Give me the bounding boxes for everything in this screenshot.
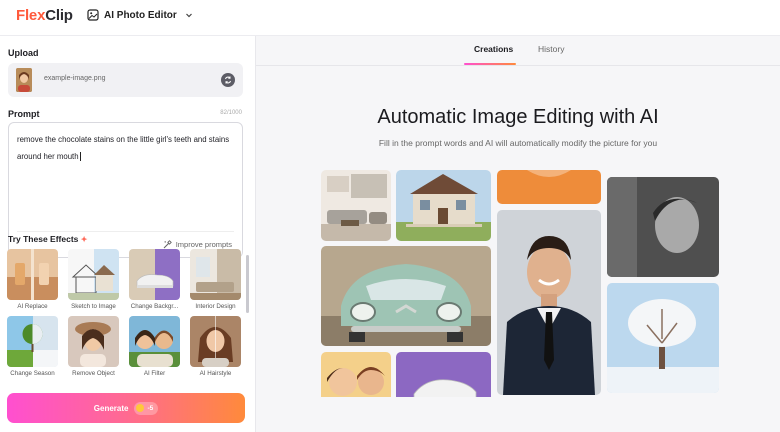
magic-wand-icon <box>163 240 172 249</box>
gallery-vintage-car <box>321 246 491 346</box>
effects-scrollbar-thumb[interactable] <box>246 255 249 313</box>
text-caret <box>79 152 81 162</box>
gallery-bw-portrait <box>607 177 719 277</box>
effect-thumbnail <box>68 316 119 367</box>
coin-icon <box>136 404 145 412</box>
effect-change-background[interactable]: Change Backgr... <box>129 249 180 310</box>
effect-thumbnail <box>190 316 241 367</box>
effect-thumbnail <box>129 249 180 300</box>
effect-label: AI Filter <box>143 370 166 377</box>
gallery-orange-top <box>607 170 719 174</box>
effects-title: Try These Effects ✦ <box>8 234 88 244</box>
tab-creations[interactable]: Creations <box>474 44 513 54</box>
effect-ai-filter[interactable]: AI Filter <box>129 316 180 377</box>
upload-title: Upload <box>8 48 39 58</box>
effect-label: Remove Object <box>72 370 115 377</box>
effect-interior-design[interactable]: Interior Design <box>190 249 241 310</box>
effect-ai-hairstyle[interactable]: AI Hairstyle <box>190 316 241 377</box>
effect-thumbnail <box>68 249 119 300</box>
result-tabs: Creations History <box>256 36 780 66</box>
gallery-portrait-man <box>497 210 601 395</box>
credit-cost: -5 <box>147 404 154 412</box>
uploaded-file[interactable]: example-image.png <box>8 63 243 97</box>
effect-label: AI Replace <box>17 303 48 310</box>
prompt-title: Prompt <box>8 109 40 119</box>
generate-button[interactable]: Generate -5 <box>7 393 245 423</box>
effect-label: AI Hairstyle <box>199 370 232 377</box>
hero-title: Automatic Image Editing with AI <box>377 106 659 128</box>
effect-label: Sketch to Image <box>71 303 116 310</box>
effect-label: Change Backgr... <box>130 303 179 310</box>
gallery-cartoon-kids <box>321 352 391 397</box>
effect-remove-object[interactable]: Remove Object <box>68 316 119 377</box>
improve-prompts-button[interactable]: Improve prompts <box>163 240 232 249</box>
gallery-sneaker <box>396 352 491 397</box>
effect-change-season[interactable]: Change Season <box>7 316 58 377</box>
example-gallery <box>321 170 719 397</box>
sparkle-icon: ✦ <box>80 235 88 244</box>
active-tab-indicator <box>464 63 516 65</box>
effect-label: Interior Design <box>195 303 236 310</box>
top-bar: FlexClip AI Photo Editor <box>0 0 780 36</box>
credit-cost-badge: -5 <box>134 401 159 415</box>
prompt-text[interactable]: remove the chocolate stains on the littl… <box>17 135 229 161</box>
improve-prompts-label: Improve prompts <box>175 240 232 249</box>
gallery-orange-shirt <box>497 170 601 204</box>
effect-thumbnail <box>129 316 180 367</box>
effect-ai-replace[interactable]: AI Replace <box>7 249 58 310</box>
photo-edit-icon <box>87 9 99 21</box>
effect-label: Change Season <box>10 370 55 377</box>
effects-scrollbar[interactable] <box>246 249 249 377</box>
swap-icon <box>225 76 231 84</box>
file-name: example-image.png <box>44 75 106 82</box>
flexclip-logo[interactable]: FlexClip <box>16 7 73 24</box>
gallery-house <box>396 170 491 241</box>
effect-thumbnail <box>7 316 58 367</box>
uploaded-thumbnail <box>16 68 32 92</box>
gallery-living-room <box>321 170 391 241</box>
gallery-snow-tree <box>607 283 719 393</box>
chevron-down-icon <box>185 13 192 18</box>
generate-label: Generate <box>93 403 129 413</box>
effects-grid: AI Replace Sketch to Image Change Backgr… <box>7 249 243 379</box>
tool-switcher[interactable]: AI Photo Editor <box>87 9 193 21</box>
tool-switcher-label: AI Photo Editor <box>104 9 177 21</box>
effect-sketch-to-image[interactable]: Sketch to Image <box>68 249 119 310</box>
tab-history[interactable]: History <box>538 44 564 54</box>
prompt-divider <box>17 231 234 232</box>
hero-subtitle: Fill in the prompt words and AI will aut… <box>378 138 658 148</box>
editor-panel: Upload example-image.png Prompt 82/1000 … <box>0 36 256 432</box>
effect-thumbnail <box>190 249 241 300</box>
replace-image-button[interactable] <box>221 73 235 87</box>
effect-thumbnail <box>7 249 58 300</box>
char-count: 82/1000 <box>220 110 242 116</box>
